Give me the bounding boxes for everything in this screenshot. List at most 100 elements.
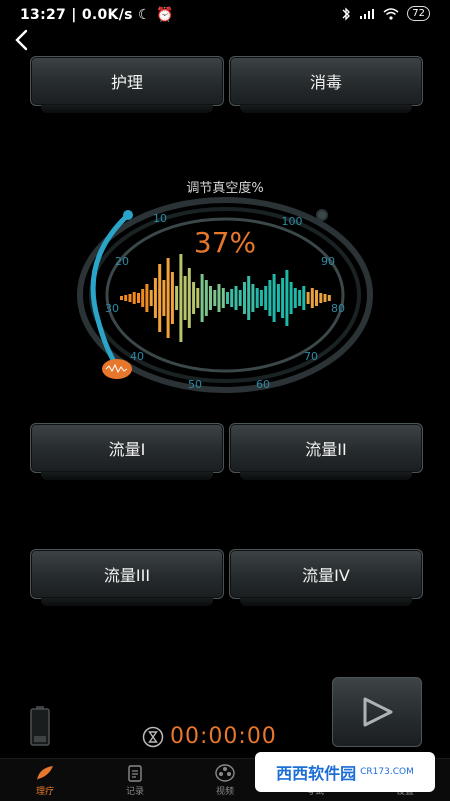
status-right: 72 bbox=[341, 6, 430, 21]
gauge-tick-label: 20 bbox=[115, 255, 129, 268]
gauge-handle[interactable] bbox=[102, 359, 132, 379]
waveform-bar bbox=[226, 292, 229, 304]
watermark-sub-text: CR173.COM bbox=[360, 767, 414, 777]
waveform-bar bbox=[209, 286, 212, 310]
gauge-tick-label: 50 bbox=[188, 378, 202, 391]
waveform-bar bbox=[323, 294, 327, 302]
hourglass-icon bbox=[142, 726, 164, 747]
waveform-bar bbox=[141, 289, 145, 307]
waveform-bar bbox=[128, 294, 132, 302]
gauge-value: 37% bbox=[194, 226, 256, 259]
tab-records[interactable]: 记录 bbox=[90, 759, 180, 801]
tab-records-label: 记录 bbox=[125, 786, 144, 797]
signal-icon bbox=[360, 8, 375, 19]
waveform-bar bbox=[268, 280, 272, 316]
waveform-bar bbox=[175, 286, 179, 310]
waveform-bar bbox=[145, 284, 149, 312]
waveform-bar bbox=[243, 282, 246, 314]
tab-video-label: 视频 bbox=[215, 786, 234, 797]
waveform-bar bbox=[200, 274, 204, 322]
alarm-icon: ⏰ bbox=[156, 7, 174, 23]
waveform-bar bbox=[137, 293, 140, 303]
gauge-start-knob bbox=[123, 210, 133, 220]
waveform-bar bbox=[187, 268, 191, 328]
waveform-bar bbox=[230, 289, 234, 307]
disinfect-label: 消毒 bbox=[309, 73, 342, 92]
waveform-bar bbox=[213, 290, 217, 306]
waveform-bar bbox=[247, 276, 251, 320]
status-separator: | bbox=[71, 7, 82, 23]
timer: 00:00:00 bbox=[142, 724, 277, 749]
waveform-bar bbox=[179, 254, 183, 342]
watermark-logo: 西西软件园 CR173.COM bbox=[255, 752, 435, 792]
waveform-bar bbox=[170, 272, 174, 324]
sound-waveform bbox=[120, 254, 331, 342]
waveform-bar bbox=[293, 288, 297, 308]
gauge-tick-label: 30 bbox=[105, 302, 119, 315]
waveform-bar bbox=[238, 290, 242, 306]
disinfect-button[interactable]: 消毒 bbox=[229, 56, 423, 113]
waveform-bar bbox=[259, 290, 263, 306]
waveform-bar bbox=[310, 288, 314, 308]
waveform-bar bbox=[327, 295, 331, 301]
waveform-bar bbox=[124, 295, 128, 301]
waveform-bar bbox=[166, 258, 170, 338]
waveform-bar bbox=[306, 292, 310, 304]
waveform-bar bbox=[192, 282, 196, 314]
leaf-icon bbox=[37, 765, 53, 780]
status-network-speed: 0.0K/s bbox=[81, 7, 133, 23]
film-reel-icon bbox=[215, 763, 235, 782]
gauge-title: 调节真空度% bbox=[186, 180, 263, 196]
tab-therapy[interactable]: 理疗 bbox=[0, 759, 90, 801]
watermark-main-text: 西西软件园 bbox=[276, 764, 357, 783]
waveform-bar bbox=[281, 278, 285, 318]
waveform-bar bbox=[255, 288, 259, 308]
waveform-bar bbox=[153, 278, 157, 318]
waveform-bar bbox=[285, 270, 289, 326]
waveform-bar bbox=[120, 296, 123, 300]
care-button[interactable]: 护理 bbox=[30, 56, 224, 113]
flow-1-button[interactable]: 流量I bbox=[30, 423, 224, 480]
tab-therapy-label: 理疗 bbox=[35, 786, 54, 797]
gauge-tick-label: 60 bbox=[256, 378, 270, 391]
vacuum-gauge: 调节真空度% 10 20 30 40 50 60 70 80 90 100 37% bbox=[77, 180, 373, 393]
flow-4-button[interactable]: 流量IV bbox=[229, 549, 423, 606]
waveform-bar bbox=[196, 288, 200, 308]
gauge-tick-label: 100 bbox=[282, 215, 303, 228]
flow-1-label: 流量I bbox=[108, 440, 146, 459]
back-arrow-icon[interactable] bbox=[10, 28, 34, 52]
gauge-tick-label: 40 bbox=[130, 350, 144, 363]
waveform-bar bbox=[276, 284, 280, 312]
waveform-bar bbox=[183, 276, 187, 320]
gauge-end-knob bbox=[316, 209, 328, 221]
clipboard-icon bbox=[128, 764, 142, 782]
gauge-tick-label: 10 bbox=[153, 212, 167, 225]
care-label: 护理 bbox=[110, 73, 143, 92]
play-button[interactable] bbox=[332, 677, 422, 747]
bluetooth-icon bbox=[342, 6, 351, 21]
flow-3-button[interactable]: 流量III bbox=[30, 549, 224, 606]
play-icon bbox=[363, 697, 393, 727]
flow-2-button[interactable]: 流量II bbox=[229, 423, 423, 480]
moon-icon: ☾ bbox=[137, 7, 151, 23]
status-left: 13:27 | 0.0K/s ☾ ⏰ bbox=[20, 7, 174, 23]
waveform-bar bbox=[158, 264, 162, 332]
status-bar: 13:27 | 0.0K/s ☾ ⏰ 72 bbox=[0, 0, 450, 30]
waveform-bar bbox=[302, 286, 306, 310]
waveform-bar bbox=[204, 280, 208, 316]
waveform-bar bbox=[132, 292, 136, 304]
wifi-icon bbox=[383, 7, 399, 20]
gauge-tick-label: 70 bbox=[304, 350, 318, 363]
gauge-tick-label: 90 bbox=[321, 255, 335, 268]
waveform-bar bbox=[315, 290, 318, 306]
flow-4-label: 流量IV bbox=[302, 566, 350, 585]
waveform-bar bbox=[234, 286, 238, 310]
waveform-bar bbox=[251, 284, 255, 312]
waveform-bar bbox=[289, 282, 293, 314]
gauge-tick-label: 80 bbox=[331, 302, 345, 315]
flow-3-label: 流量III bbox=[103, 566, 151, 585]
waveform-bar bbox=[319, 293, 323, 303]
status-time: 13:27 bbox=[20, 7, 67, 23]
waveform-bar bbox=[217, 284, 221, 312]
waveform-bar bbox=[149, 290, 153, 306]
